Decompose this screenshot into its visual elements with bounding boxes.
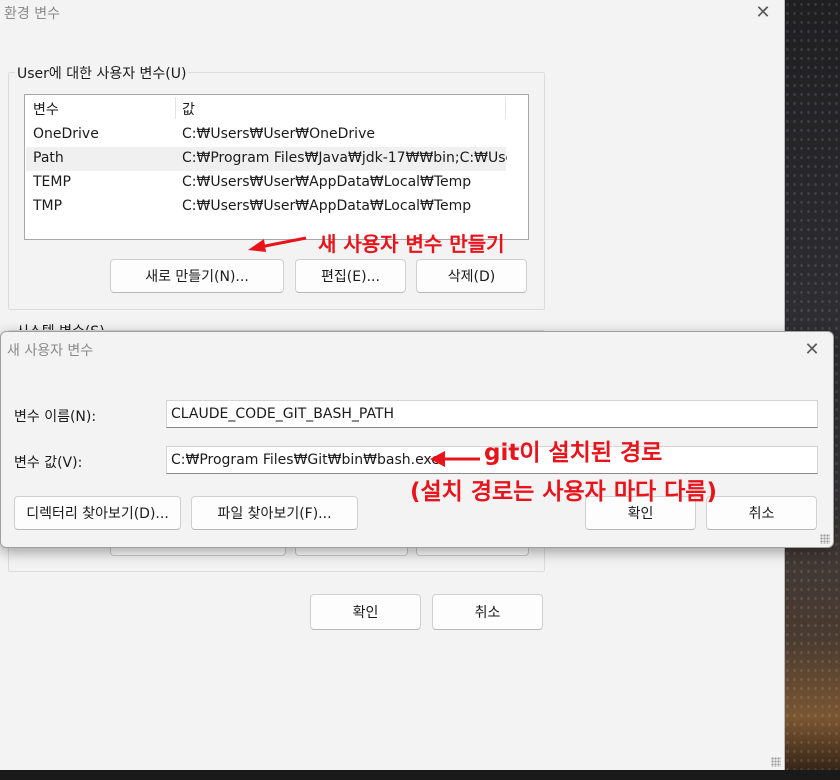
dialog-title: 새 사용자 변수 <box>7 343 94 359</box>
row-name: TEMP <box>33 174 71 190</box>
browse-directory-button[interactable]: 디렉터리 찾아보기(D)... <box>14 496 181 530</box>
dialog-title: 환경 변수 <box>4 6 60 22</box>
row-value: C:₩Users₩User₩AppData₩Local₩Temp <box>182 174 472 190</box>
close-icon[interactable]: ✕ <box>802 340 822 360</box>
annotation-git-path-line2: (설치 경로는 사용자 마다 다름) <box>410 479 717 505</box>
user-variables-label: User에 대한 사용자 변수(U) <box>15 63 189 83</box>
row-value: C:₩Program Files₩Java₩jdk-17₩₩bin;C:₩Use… <box>182 150 507 166</box>
annotation-arrow-icon <box>248 236 307 252</box>
user-variables-list[interactable]: 변수 값 OneDrive C:₩Users₩User₩OneDrive Pat… <box>24 94 529 240</box>
table-row[interactable]: TMP C:₩Users₩User₩AppData₩Local₩Temp <box>26 195 506 219</box>
annotation-new-variable: 새 사용자 변수 만들기 <box>318 232 505 256</box>
list-header: 변수 값 <box>25 95 528 121</box>
row-name: OneDrive <box>33 126 99 142</box>
column-header-value[interactable]: 값 <box>182 99 195 119</box>
taskbar-strip <box>0 770 840 780</box>
column-header-name[interactable]: 변수 <box>33 99 59 119</box>
row-value: C:₩Users₩User₩AppData₩Local₩Temp <box>182 198 472 214</box>
cancel-button[interactable]: 취소 <box>432 594 543 630</box>
variable-value-label: 변수 값(V): <box>14 455 83 471</box>
resize-grip-icon[interactable] <box>820 534 830 544</box>
row-value: C:₩Users₩User₩OneDrive <box>182 126 375 142</box>
browse-file-button[interactable]: 파일 찾아보기(F)... <box>191 496 358 530</box>
row-name: TMP <box>33 198 63 214</box>
variable-name-label: 변수 이름(N): <box>14 409 97 425</box>
variable-name-field[interactable]: CLAUDE_CODE_GIT_BASH_PATH <box>166 400 818 428</box>
table-row[interactable]: TEMP C:₩Users₩User₩AppData₩Local₩Temp <box>26 171 506 195</box>
cancel-button[interactable]: 취소 <box>706 496 817 530</box>
edit-button[interactable]: 편집(E)... <box>295 259 406 293</box>
table-row[interactable]: OneDrive C:₩Users₩User₩OneDrive <box>26 123 506 147</box>
delete-button[interactable]: 삭제(D) <box>416 259 527 293</box>
ok-button[interactable]: 확인 <box>310 594 421 630</box>
resize-grip-icon[interactable] <box>771 757 781 767</box>
table-row[interactable]: Path C:₩Program Files₩Java₩jdk-17₩₩bin;C… <box>26 147 507 171</box>
new-user-variable-dialog: 새 사용자 변수 ✕ 변수 이름(N): CLAUDE_CODE_GIT_BAS… <box>0 331 834 548</box>
annotation-arrow-icon <box>430 451 480 467</box>
annotation-git-path-line1: git이 설치된 경로 <box>484 440 663 466</box>
row-name: Path <box>33 150 64 166</box>
new-button[interactable]: 새로 만들기(N)... <box>110 259 284 293</box>
close-icon[interactable]: ✕ <box>753 3 773 23</box>
